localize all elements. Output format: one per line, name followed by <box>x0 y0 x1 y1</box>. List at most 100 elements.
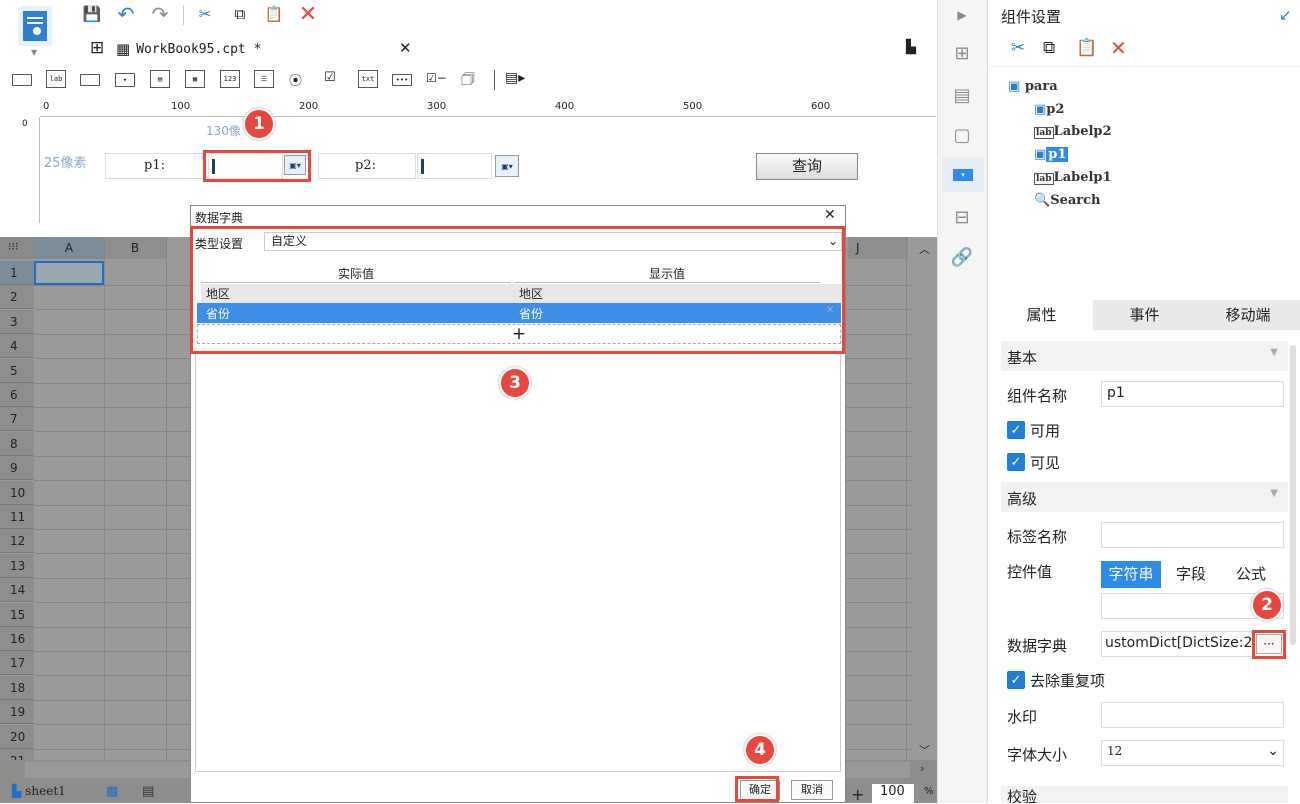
vertical-scrollbar[interactable]: ︿ ﹀ <box>912 237 937 760</box>
widget-more-icon[interactable]: ▤▸ <box>505 70 525 86</box>
row-header[interactable]: 8 <box>0 431 34 456</box>
row-header[interactable]: 2 <box>0 285 34 310</box>
cut-icon[interactable]: ✂ <box>195 4 215 24</box>
row-header[interactable]: 11 <box>0 505 34 529</box>
query-button[interactable]: 查询 <box>756 153 858 180</box>
scroll-down-icon[interactable]: ﹀ <box>919 742 930 758</box>
file-tab[interactable]: ▦ WorkBook95.cpt * <box>116 36 416 62</box>
panel-delete-icon[interactable]: ✕ <box>1110 36 1127 60</box>
zoom-in-icon[interactable]: + <box>851 785 864 804</box>
column-header-b[interactable]: B <box>104 237 166 259</box>
tree-item-search[interactable]: 🔍Search <box>1034 193 1101 208</box>
row-header[interactable]: 13 <box>0 553 34 578</box>
active-cell[interactable] <box>34 261 104 285</box>
widget-textarea-icon[interactable]: ☰ <box>254 70 274 88</box>
collapse-arrow-icon[interactable]: ▶ <box>951 4 973 26</box>
row-header[interactable]: 19 <box>0 700 34 725</box>
widget-checkbox-icon[interactable]: ☑ <box>324 70 336 85</box>
paste-icon[interactable]: 📋 <box>264 4 284 24</box>
cancel-button[interactable]: 取消 <box>791 780 833 800</box>
tree-item-labelp2[interactable]: lab Labelp2 <box>1034 124 1112 139</box>
zoom-value[interactable]: 100 <box>872 784 914 804</box>
grid-corner[interactable]: ⁝⁝⁝ <box>0 237 34 259</box>
sheet-tab[interactable]: ▙ sheet1 <box>12 784 66 798</box>
row-header[interactable]: 1 <box>0 261 34 285</box>
font-size-select[interactable]: 12 ⌄ <box>1101 740 1284 766</box>
row-header[interactable]: 3 <box>0 309 34 334</box>
copy-icon[interactable]: ⧉ <box>230 4 250 24</box>
row-header[interactable]: 20 <box>0 724 34 749</box>
widget-number-icon[interactable]: 123 <box>220 70 240 88</box>
row-header[interactable]: 7 <box>0 407 34 432</box>
row-header[interactable]: 17 <box>0 651 34 676</box>
add-form-sheet-icon[interactable]: ▤ <box>142 784 154 799</box>
add-sheet-icon[interactable]: ▩ <box>106 784 118 799</box>
widget-date-icon[interactable]: ▤ <box>150 70 170 88</box>
panel-cut-icon[interactable]: ✂ <box>1011 38 1025 58</box>
widget-name-input[interactable]: p1 <box>1101 381 1284 407</box>
logo-dropdown-icon[interactable]: ▼ <box>31 48 37 57</box>
label-p1[interactable]: p1: <box>105 153 205 179</box>
widget-radio-icon[interactable]: ⦿ <box>289 70 302 89</box>
pin-icon[interactable]: ↙ <box>1279 6 1292 24</box>
scroll-right-icon[interactable]: › <box>920 762 924 775</box>
close-tab-icon[interactable]: ✕ <box>399 39 412 57</box>
cell-attribute-icon[interactable]: ▤ <box>951 84 973 106</box>
row-header[interactable]: 6 <box>0 383 34 407</box>
properties-scrollbar[interactable] <box>1290 345 1296 645</box>
hyperlink-icon[interactable]: 🔗 <box>951 246 973 268</box>
app-logo[interactable] <box>18 6 52 46</box>
dialog-close-icon[interactable]: ✕ <box>824 207 836 223</box>
column-header-a[interactable]: A <box>34 237 104 259</box>
undo-icon[interactable]: ↶ <box>116 2 136 26</box>
panel-copy-icon[interactable]: ⧉ <box>1043 38 1055 58</box>
value-tab-string[interactable]: 字符串 <box>1101 561 1161 588</box>
column-header-j[interactable]: J <box>848 237 908 259</box>
label-p2[interactable]: p2: <box>318 153 416 179</box>
tree-item-para[interactable]: ▣ para <box>1008 79 1058 94</box>
tag-name-input[interactable] <box>1101 522 1284 548</box>
value-tab-field[interactable]: 字段 <box>1161 561 1221 588</box>
data-dict-input[interactable]: ustomDict[DictSize:2] <box>1101 631 1254 657</box>
tab-menu-icon[interactable]: ▙ <box>906 40 916 55</box>
widget-calendar-icon[interactable]: ▦ <box>185 70 205 88</box>
p2-combo-input[interactable] <box>417 153 492 179</box>
section-validate[interactable]: 校验 <box>1001 786 1288 803</box>
tab-mobile[interactable]: 移动端 <box>1196 300 1300 330</box>
tree-item-p2[interactable]: ▣p2 <box>1034 102 1064 117</box>
row-header[interactable]: 12 <box>0 529 34 554</box>
row-header[interactable]: 4 <box>0 334 34 359</box>
row-header[interactable]: 9 <box>0 456 34 481</box>
row-header[interactable]: 5 <box>0 358 34 383</box>
tab-events[interactable]: 事件 <box>1093 300 1196 330</box>
condition-attribute-icon[interactable]: ⊟ <box>951 206 973 228</box>
row-header[interactable]: 14 <box>0 578 34 603</box>
widget-check-icon[interactable]: ☑− <box>426 71 447 85</box>
widget-button-icon[interactable] <box>80 74 100 86</box>
visible-checkbox[interactable]: ✓ <box>1007 453 1025 471</box>
widget-textbox-icon[interactable] <box>12 74 32 86</box>
row-header[interactable]: 16 <box>0 627 34 651</box>
tree-item-p1[interactable]: ▣ p1 <box>1034 147 1069 162</box>
widget-password-icon[interactable]: ••• <box>392 74 412 86</box>
grid-view-icon[interactable]: ⊞ <box>90 38 104 58</box>
widget-tree-icon[interactable]: 🗇 <box>461 69 475 94</box>
section-advanced[interactable]: 高级 ▼ <box>1001 482 1288 512</box>
row-header[interactable]: 10 <box>0 480 34 505</box>
row-header[interactable]: 15 <box>0 602 34 627</box>
section-basic[interactable]: 基本 ▼ <box>1001 341 1288 371</box>
tab-properties[interactable]: 属性 <box>990 300 1093 330</box>
widget-combo-icon[interactable]: ▾ <box>115 73 135 87</box>
watermark-input[interactable] <box>1101 702 1284 728</box>
float-element-icon[interactable]: ▢ <box>951 124 973 146</box>
widget-settings-icon[interactable]: ▾ <box>942 158 984 192</box>
tree-item-labelp1[interactable]: lab Labelp1 <box>1034 170 1112 185</box>
row-header[interactable]: 18 <box>0 675 34 700</box>
scroll-up-icon[interactable]: ︿ <box>919 241 930 257</box>
value-tab-formula[interactable]: 公式 <box>1221 561 1281 588</box>
enabled-checkbox[interactable]: ✓ <box>1007 421 1025 439</box>
delete-icon[interactable]: ✕ <box>298 2 318 27</box>
save-icon[interactable]: 💾 <box>82 4 102 24</box>
row-header[interactable]: 21 <box>0 749 34 760</box>
p2-combo-button[interactable]: ▣▾ <box>495 155 519 177</box>
